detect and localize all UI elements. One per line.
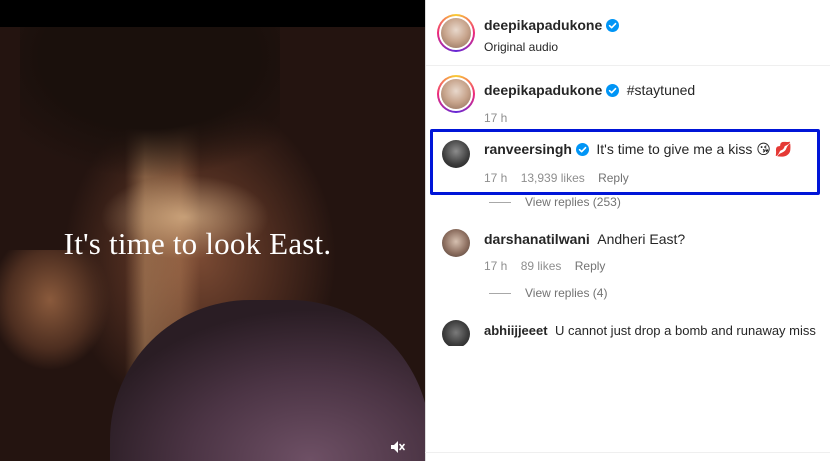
comment-text: Andheri East? <box>597 231 686 247</box>
author-info: deepikapadukone Original audio <box>484 17 620 54</box>
comment-username[interactable]: darshanatilwani <box>484 231 590 247</box>
comment-clip: abhiijjeeet U cannot just drop a bomb an… <box>426 312 830 346</box>
audio-label[interactable]: Original audio <box>484 40 619 54</box>
panel-bottom-divider <box>425 452 830 453</box>
comment-avatar[interactable] <box>442 320 470 346</box>
author-username[interactable]: deepikapadukone <box>484 17 602 33</box>
comment-likes[interactable]: 89 likes <box>521 259 562 273</box>
comment-username[interactable]: abhiijjeeet <box>484 323 548 338</box>
verified-badge-icon <box>606 19 620 37</box>
caption-meta: 17 h <box>484 111 695 125</box>
comment-item: abhiijjeeet U cannot just drop a bomb an… <box>484 322 816 340</box>
caption-comment: deepikapadukone #staytuned 17 h <box>484 82 695 125</box>
comments-panel: deepikapadukone Original audio deepikapa… <box>425 0 830 461</box>
media-caption-text: It's time to look East. <box>63 226 332 261</box>
verified-badge-icon <box>606 84 620 102</box>
caption-author-avatar[interactable] <box>437 75 475 113</box>
comment-text: U cannot just drop a bomb and runaway mi… <box>555 323 816 338</box>
view-replies-button[interactable]: View replies (4) <box>489 286 607 300</box>
media-top-bar <box>0 0 425 27</box>
hashtag-link[interactable]: #staytuned <box>627 82 696 98</box>
view-replies-label: View replies (4) <box>525 286 608 300</box>
speaker-muted-icon <box>391 441 405 453</box>
photo-hand <box>0 250 110 370</box>
caption-timestamp: 17 h <box>484 111 508 125</box>
photo-hair-shadow <box>20 27 280 177</box>
post-header: deepikapadukone Original audio <box>426 0 830 66</box>
caption-username[interactable]: deepikapadukone <box>484 82 602 98</box>
comment-item: darshanatilwani Andheri East? 17 h 89 li… <box>484 231 685 273</box>
comment-timestamp: 17 h <box>484 259 508 273</box>
highlight-box <box>430 129 820 195</box>
comment-meta: 17 h 89 likes Reply <box>484 259 685 273</box>
post-media[interactable]: It's time to look East. <box>0 0 425 461</box>
mute-button[interactable] <box>385 436 409 458</box>
view-replies-label: View replies (253) <box>525 195 621 209</box>
reply-button[interactable]: Reply <box>575 259 606 273</box>
view-replies-button[interactable]: View replies (253) <box>489 195 621 209</box>
replies-dash <box>489 201 511 203</box>
replies-dash <box>489 292 511 294</box>
author-avatar[interactable] <box>437 14 475 52</box>
comment-avatar[interactable] <box>442 229 470 257</box>
